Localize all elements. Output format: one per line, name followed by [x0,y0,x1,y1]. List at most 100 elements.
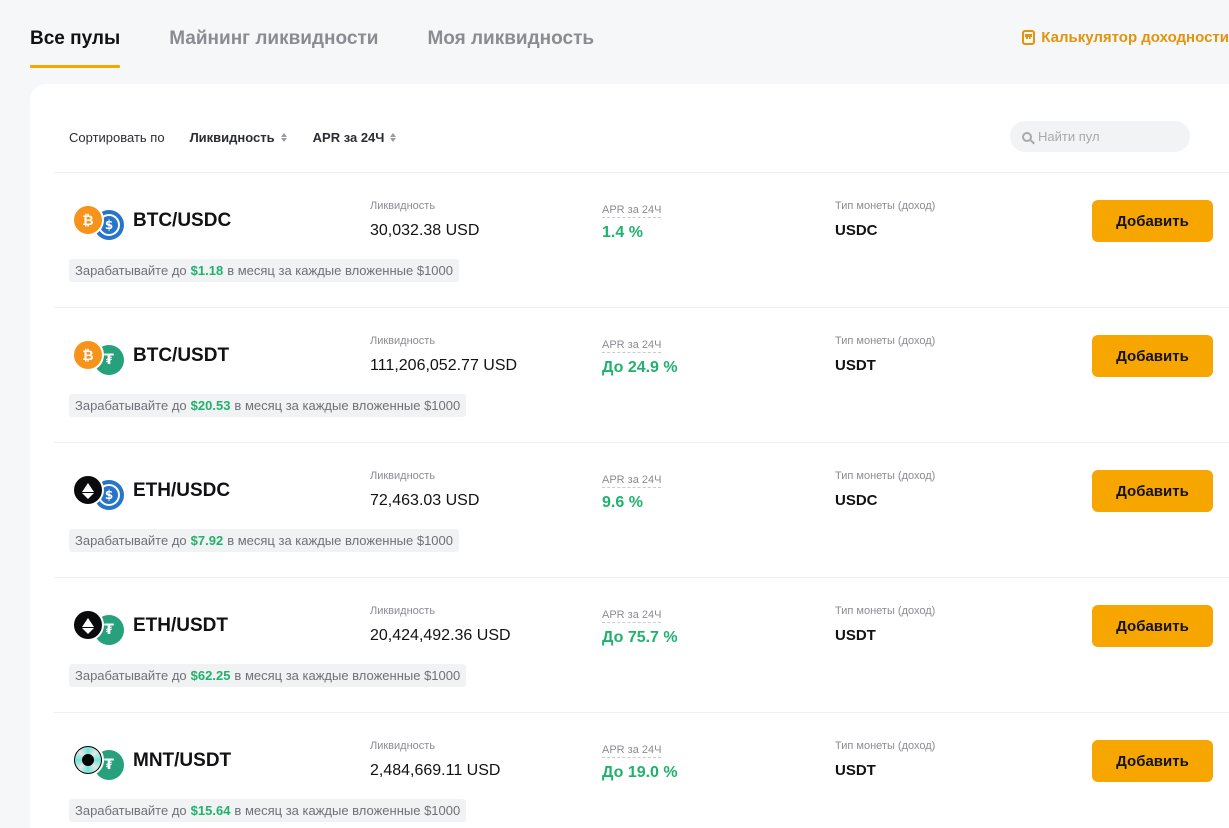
earn-suffix: в месяц за каждые вложенные $1000 [234,398,461,413]
earn-prefix: Зарабатывайте до [75,803,187,818]
liquidity-value: 30,032.38 USD [370,222,480,239]
earn-suffix: в месяц за каждые вложенные $1000 [227,533,454,548]
earn-amount: $20.53 [190,398,231,413]
apr-value: До 19.0 % [602,764,678,781]
coin-type-label: Тип монеты (доход) [835,200,936,212]
add-liquidity-button[interactable]: Добавить [1092,335,1213,377]
tab-liquidity-mining[interactable]: Майнинг ликвидности [169,0,378,70]
pool-tabs: Все пулы Майнинг ликвидности Моя ликвидн… [30,0,643,70]
earn-hint: Зарабатывайте до $1.18 в месяц за каждые… [69,259,460,282]
apr-column: APR за 24Ч 1.4 % [602,200,662,242]
earn-prefix: Зарабатывайте до [75,398,187,413]
coin-type-label: Тип монеты (доход) [835,335,936,347]
liquidity-label: Ликвидность [370,605,436,617]
pair-icons: ₮ [72,609,124,645]
pool-row: ₮ MNT/USDT Ликвидность 2,484,669.11 USD … [54,712,1229,828]
sort-bar: Сортировать по Ликвидность APR за 24Ч [69,127,422,147]
mnt-icon [72,744,104,776]
liquidity-label: Ликвидность [370,740,436,752]
liquidity-label: Ликвидность [370,470,436,482]
pools-card: Сортировать по Ликвидность APR за 24Ч ₿ … [30,84,1229,828]
pool-search[interactable] [1010,121,1190,152]
earn-hint: Зарабатывайте до $62.25 в месяц за кажды… [69,664,467,687]
liquidity-label: Ликвидность [370,335,436,347]
liquidity-value: 72,463.03 USD [370,492,480,509]
liquidity-column: Ликвидность 111,206,052.77 USD [370,335,517,375]
add-liquidity-button[interactable]: Добавить [1092,740,1213,782]
liquidity-value: 20,424,492.36 USD [370,627,511,644]
sort-option-label: APR за 24Ч [312,129,385,145]
coin-type-label: Тип монеты (доход) [835,605,936,617]
earn-amount: $62.25 [190,668,231,683]
add-liquidity-button[interactable]: Добавить [1092,470,1213,512]
coin-type-column: Тип монеты (доход) USDC [835,200,935,239]
pool-row: ₿ ₮ BTC/USDT Ликвидность 111,206,052.77 … [54,307,1229,442]
eth-icon [72,609,104,641]
pool-pair: ₮ MNT/USDT [72,744,232,780]
apr-value: До 24.9 % [602,359,678,376]
liquidity-column: Ликвидность 30,032.38 USD [370,200,479,240]
pool-pair: ₿ ₮ BTC/USDT [72,339,230,375]
pair-name: BTC/USDC [133,210,232,231]
sort-option-label: Ликвидность [189,129,275,145]
pair-icons: ₿ ₮ [72,339,124,375]
liquidity-column: Ликвидность 20,424,492.36 USD [370,605,511,645]
coin-type-column: Тип монеты (доход) USDT [835,740,935,779]
pair-name: BTC/USDT [133,345,230,366]
pair-name: MNT/USDT [133,750,232,771]
earn-prefix: Зарабатывайте до [75,668,187,683]
earn-hint: Зарабатывайте до $15.64 в месяц за кажды… [69,799,467,822]
coin-type-label: Тип монеты (доход) [835,470,936,482]
pool-row: ₮ ETH/USDT Ликвидность 20,424,492.36 USD… [54,577,1229,712]
apr-column: APR за 24Ч До 75.7 % [602,605,678,647]
coin-type-label: Тип монеты (доход) [835,740,936,752]
tab-all-pools[interactable]: Все пулы [30,0,121,70]
pool-pair: $ ETH/USDC [72,474,231,510]
sort-arrows-icon [280,132,287,142]
coin-type-column: Тип монеты (доход) USDT [835,335,935,374]
apr-label[interactable]: APR за 24Ч [602,744,662,758]
sort-by-liquidity[interactable]: Ликвидность [190,130,287,145]
apr-value: До 75.7 % [602,629,678,646]
sort-by-apr[interactable]: APR за 24Ч [313,130,397,145]
apr-column: APR за 24Ч До 19.0 % [602,740,678,782]
add-liquidity-button[interactable]: Добавить [1092,605,1213,647]
sort-arrows-icon [390,132,397,142]
calculator-icon [1022,30,1036,45]
yield-calculator-link[interactable]: Калькулятор доходности [1022,29,1229,46]
apr-column: APR за 24Ч 9.6 % [602,470,662,512]
apr-label[interactable]: APR за 24Ч [602,204,662,218]
pool-row: ₿ $ BTC/USDC Ликвидность 30,032.38 USD A… [54,172,1229,307]
coin-type-value: USDT [835,762,876,779]
earn-hint: Зарабатывайте до $20.53 в месяц за кажды… [69,394,467,417]
earn-prefix: Зарабатывайте до [75,263,187,278]
earn-hint: Зарабатывайте до $7.92 в месяц за каждые… [69,529,460,552]
earn-suffix: в месяц за каждые вложенные $1000 [227,263,454,278]
apr-label[interactable]: APR за 24Ч [602,609,662,623]
liquidity-column: Ликвидность 2,484,669.11 USD [370,740,500,780]
eth-icon [72,474,104,506]
liquidity-value: 2,484,669.11 USD [370,762,501,779]
earn-suffix: в месяц за каждые вложенные $1000 [234,803,461,818]
pair-icons: $ [72,474,124,510]
earn-amount: $7.92 [190,533,224,548]
pool-pair: ₿ $ BTC/USDC [72,204,232,240]
liquidity-label: Ликвидность [370,200,436,212]
pool-row: $ ETH/USDC Ликвидность 72,463.03 USD APR… [54,442,1229,577]
pool-list: ₿ $ BTC/USDC Ликвидность 30,032.38 USD A… [54,172,1229,828]
apr-label[interactable]: APR за 24Ч [602,339,662,353]
coin-type-column: Тип монеты (доход) USDT [835,605,935,644]
pair-name: ETH/USDC [133,480,231,501]
add-liquidity-button[interactable]: Добавить [1092,200,1213,242]
search-input[interactable] [1038,129,1178,144]
tab-my-liquidity[interactable]: Моя ликвидность [427,0,594,70]
apr-value: 9.6 % [602,494,643,511]
btc-icon: ₿ [72,204,104,236]
coin-type-value: USDT [835,357,876,374]
pair-name: ETH/USDT [133,615,228,636]
earn-amount: $15.64 [190,803,231,818]
apr-label[interactable]: APR за 24Ч [602,474,662,488]
coin-type-value: USDT [835,627,876,644]
apr-column: APR за 24Ч До 24.9 % [602,335,678,377]
btc-icon: ₿ [72,339,104,371]
